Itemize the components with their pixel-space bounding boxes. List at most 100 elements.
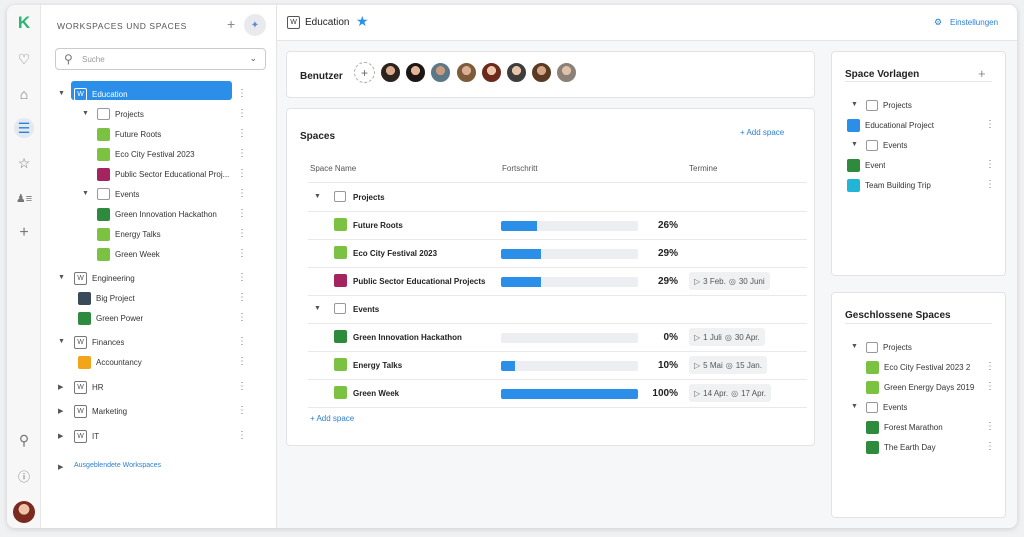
caret-down-icon[interactable]: ▼ <box>851 101 858 108</box>
plus-icon[interactable]: + <box>14 223 34 243</box>
avatar[interactable] <box>531 62 552 83</box>
caret-down-icon[interactable]: ▼ <box>58 90 65 97</box>
date-range[interactable]: ▷ 3 Feb. ◎ 30 Juni <box>689 272 770 290</box>
favorite-star-icon[interactable]: ★ <box>356 13 369 30</box>
caret-down-icon[interactable]: ▼ <box>82 190 89 197</box>
more-icon[interactable]: ⋮ <box>237 336 247 347</box>
table-row[interactable]: Energy Talks 10% ▷ 5 Mai ◎ 15 Jan. <box>308 351 807 379</box>
list-item[interactable]: ▼ Events <box>845 137 995 155</box>
spaces-icon[interactable]: ☰ <box>14 118 34 138</box>
caret-down-icon[interactable]: ▼ <box>58 274 65 281</box>
caret-down-icon[interactable]: ▼ <box>851 343 858 350</box>
bell-icon[interactable]: ♡ <box>14 49 34 69</box>
more-icon[interactable]: ⋮ <box>237 128 247 139</box>
sidebar-item[interactable]: ▼ W Finances ⋮ <box>41 333 277 352</box>
sidebar-item[interactable]: Green Innovation Hackathon ⋮ <box>41 205 277 224</box>
table-folder-row[interactable]: ▼ Projects <box>308 183 807 211</box>
avatar[interactable] <box>556 62 577 83</box>
logo-icon[interactable]: K <box>14 13 34 33</box>
avatar[interactable] <box>506 62 527 83</box>
help-icon[interactable]: ⓘ <box>14 466 34 486</box>
more-icon[interactable]: ⋮ <box>237 148 247 159</box>
more-icon[interactable]: ⋮ <box>985 119 995 130</box>
sidebar-item[interactable]: Eco City Festival 2023 ⋮ <box>41 145 277 164</box>
caret-down-icon[interactable]: ▼ <box>314 193 321 200</box>
sidebar-item[interactable]: ▶ W HR ⋮ <box>41 378 277 397</box>
avatar[interactable] <box>13 501 35 523</box>
more-icon[interactable]: ⋮ <box>985 179 995 190</box>
list-item[interactable]: Team Building Trip ⋮ <box>845 177 995 195</box>
more-icon[interactable]: ⋮ <box>237 430 247 441</box>
list-item[interactable]: Eco City Festival 2023 2 ⋮ <box>845 359 995 377</box>
more-icon[interactable]: ⋮ <box>237 108 247 119</box>
table-row[interactable]: Public Sector Educational Projects 29% ▷ 3 … <box>308 267 807 295</box>
caret-down-icon[interactable]: ▼ <box>851 403 858 410</box>
more-icon[interactable]: ⋮ <box>985 381 995 392</box>
more-icon[interactable]: ⋮ <box>237 381 247 392</box>
sidebar-item[interactable]: ▶ W IT ⋮ <box>41 427 277 446</box>
more-icon[interactable]: ⋮ <box>237 248 247 259</box>
settings-link[interactable]: Einstellungen <box>950 18 998 27</box>
list-item[interactable]: Green Energy Days 2019 ⋮ <box>845 379 995 397</box>
add-user-button[interactable]: + <box>354 62 375 83</box>
more-icon[interactable]: ⋮ <box>985 159 995 170</box>
sidebar-item[interactable]: Accountancy ⋮ <box>41 353 277 372</box>
more-icon[interactable]: ⋮ <box>237 292 247 303</box>
table-row[interactable]: Future Roots 26% <box>308 211 807 239</box>
more-icon[interactable]: ⋮ <box>985 421 995 432</box>
date-range[interactable]: ▷ 1 Juli ◎ 30 Apr. <box>689 328 765 346</box>
sidebar-item[interactable]: Big Project ⋮ <box>41 289 277 308</box>
add-space-button[interactable]: + Add space <box>740 128 784 137</box>
sidebar-item[interactable]: ▼ W Engineering ⋮ <box>41 269 277 288</box>
table-folder-row[interactable]: ▼ Events <box>308 295 807 323</box>
more-icon[interactable]: ⋮ <box>237 88 247 99</box>
caret-right-icon[interactable]: ▶ <box>58 432 63 440</box>
table-row[interactable]: Green Innovation Hackathon 0% ▷ 1 Juli ◎ 30 A… <box>308 323 807 351</box>
avatar[interactable] <box>456 62 477 83</box>
caret-down-icon[interactable]: ▼ <box>82 110 89 117</box>
date-range[interactable]: ▷ 14 Apr. ◎ 17 Apr. <box>689 384 771 402</box>
list-item[interactable]: ▼ Projects <box>845 97 995 115</box>
avatar[interactable] <box>481 62 502 83</box>
star-icon[interactable]: ☆ <box>14 153 34 173</box>
list-item[interactable]: Forest Marathon ⋮ <box>845 419 995 437</box>
caret-right-icon[interactable]: ▶ <box>58 383 63 391</box>
avatar[interactable] <box>405 62 426 83</box>
table-row[interactable]: Eco City Festival 2023 29% <box>308 239 807 267</box>
sidebar-item[interactable]: Green Power ⋮ <box>41 309 277 328</box>
sidebar-item[interactable]: ▼ W Education ⋮ <box>41 85 277 104</box>
sidebar-item[interactable]: Future Roots ⋮ <box>41 125 277 144</box>
list-item[interactable]: ▼ Projects <box>845 339 995 357</box>
search-input[interactable]: ⚲ Suche ⌄ <box>55 48 266 70</box>
pin-icon[interactable]: ✦ <box>244 14 266 36</box>
add-space-bottom-button[interactable]: + Add space <box>310 414 354 423</box>
chevron-down-icon[interactable]: ⌄ <box>249 53 257 64</box>
more-icon[interactable]: ⋮ <box>237 312 247 323</box>
more-icon[interactable]: ⋮ <box>237 356 247 367</box>
add-workspace-icon[interactable]: + <box>227 16 235 32</box>
more-icon[interactable]: ⋮ <box>237 228 247 239</box>
sidebar-item[interactable]: Green Week ⋮ <box>41 245 277 264</box>
users-icon[interactable]: ♟≡ <box>14 188 34 208</box>
sidebar-item[interactable]: ▶ W Marketing ⋮ <box>41 402 277 421</box>
list-item[interactable]: Educational Project ⋮ <box>845 117 995 135</box>
caret-down-icon[interactable]: ▼ <box>851 141 858 148</box>
hidden-workspaces-link[interactable]: Ausgeblendete Workspaces <box>74 462 161 469</box>
sidebar-item[interactable]: Energy Talks ⋮ <box>41 225 277 244</box>
avatar[interactable] <box>380 62 401 83</box>
caret-down-icon[interactable]: ▼ <box>58 338 65 345</box>
more-icon[interactable]: ⋮ <box>237 272 247 283</box>
list-item[interactable]: Event ⋮ <box>845 157 995 175</box>
home-icon[interactable]: ⌂ <box>14 84 34 104</box>
gear-icon[interactable]: ⚙ <box>934 17 942 28</box>
list-item[interactable]: The Earth Day ⋮ <box>845 439 995 457</box>
table-row[interactable]: Green Week 100% ▷ 14 Apr. ◎ 17 Apr. <box>308 379 807 407</box>
sidebar-item[interactable]: Public Sector Educational Proj... ⋮ <box>41 165 277 184</box>
sidebar-item[interactable]: ▼ Projects ⋮ <box>41 105 277 124</box>
more-icon[interactable]: ⋮ <box>237 188 247 199</box>
more-icon[interactable]: ⋮ <box>237 168 247 179</box>
sidebar-item[interactable]: ▼ Events ⋮ <box>41 185 277 204</box>
more-icon[interactable]: ⋮ <box>237 208 247 219</box>
date-range[interactable]: ▷ 5 Mai ◎ 15 Jan. <box>689 356 767 374</box>
more-icon[interactable]: ⋮ <box>237 405 247 416</box>
